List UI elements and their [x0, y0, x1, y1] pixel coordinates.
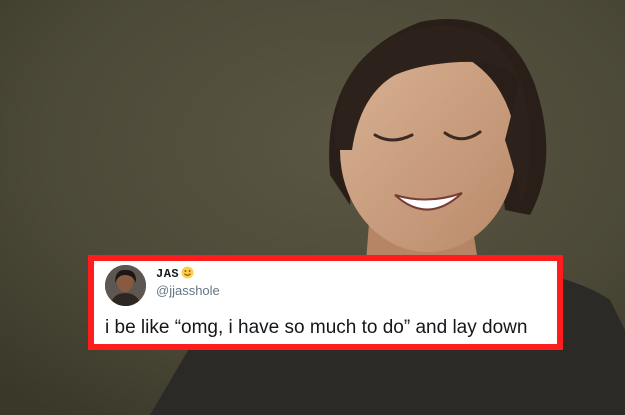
slightly-smiling-face-icon	[181, 266, 194, 283]
tweet-card: JAS @jjasshole i be like “omg, i have so…	[88, 255, 563, 350]
display-name: JAS	[156, 266, 194, 283]
photo-laughing-woman	[0, 0, 625, 415]
tweet-text: i be like “omg, i have so much to do” an…	[105, 317, 528, 338]
handle: @jjasshole	[156, 283, 220, 298]
display-name-text: JAS	[156, 267, 180, 281]
avatar	[105, 265, 146, 306]
meme-image: JAS @jjasshole i be like “omg, i have so…	[0, 0, 625, 415]
